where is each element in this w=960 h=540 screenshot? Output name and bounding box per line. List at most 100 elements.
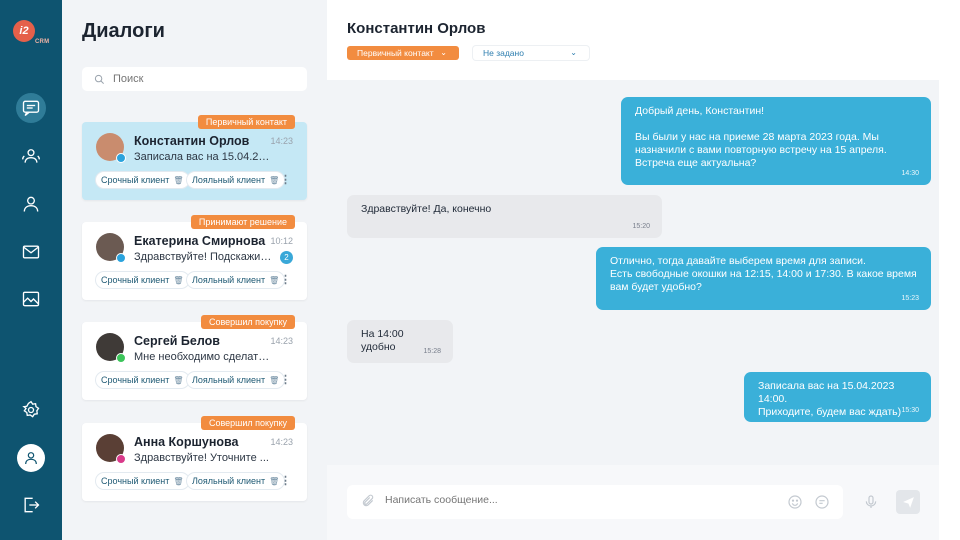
mail-icon[interactable] [17,238,45,266]
chip-label: Лояльный клиент [192,375,266,385]
stage-tag: Совершил покупку [200,315,295,329]
instagram-icon [116,454,126,464]
message-text: Отлично, тогда давайте выберем время для… [610,255,866,267]
search-icon [94,74,104,84]
stage-select[interactable]: Первичный контакт ⌄ [347,46,459,60]
templates-icon[interactable] [814,494,830,510]
contact-name: Константин Орлов [134,134,250,148]
trash-icon[interactable]: 🗑 [173,376,183,385]
chip-label: Срочный клиент [101,476,170,486]
avatar [96,333,126,363]
contact-name: Сергей Белов [134,334,220,348]
dialog-card[interactable]: Принимают решение Екатерина Смирнова 10:… [82,215,307,300]
profile-avatar-icon[interactable] [17,444,45,472]
send-icon [902,496,914,508]
microphone-icon[interactable] [863,494,879,510]
telegram-icon [116,153,126,163]
dialogs-title: Диалоги [82,20,165,42]
message-preview: Записала вас на 15.04.2023... [134,151,274,163]
client-tag-chip[interactable]: Срочный клиент 🗑 [96,172,189,188]
client-tag-chip[interactable]: Лояльный клиент 🗑 [187,372,285,388]
dialog-card[interactable]: Совершил покупку Сергей Белов 14:23 Мне … [82,315,307,400]
message-text: Добрый день, Константин! [635,105,765,117]
message-text: Записала вас на 15.04.2023 14:00. [758,380,895,405]
trash-icon[interactable]: 🗑 [269,477,279,486]
send-button[interactable] [896,490,920,514]
secondary-select-value: Не задано [483,48,524,58]
trash-icon[interactable]: 🗑 [173,276,183,285]
more-icon[interactable]: ⋮ [280,373,291,386]
message-input[interactable] [385,494,745,506]
client-tag-chip[interactable]: Лояльный клиент 🗑 [187,172,285,188]
message-time: 14:23 [270,136,293,146]
more-icon[interactable]: ⋮ [280,173,291,186]
stage-tag: Первичный контакт [197,115,295,129]
message-time: 15:20 [632,223,650,230]
contact-name: Екатерина Смирнова [134,234,266,248]
message-time: 10:12 [270,236,293,246]
chevron-down-icon: ⌄ [440,48,447,57]
chip-label: Лояльный клиент [192,275,266,285]
message-text: Вы были у нас на приеме 28 марта 2023 го… [635,131,887,169]
chip-label: Лояльный клиент [192,476,266,486]
app-logo-sub: CRM [35,39,50,45]
search-input[interactable] [113,73,293,85]
more-icon[interactable]: ⋮ [280,273,291,286]
message-time: 14:23 [270,336,293,346]
right-margin [939,0,960,540]
search-box[interactable] [82,67,307,91]
left-rail: i2 CRM [0,0,62,540]
more-icon[interactable]: ⋮ [280,474,291,487]
logout-icon[interactable] [17,491,45,519]
message-text: Приходите, будем вас ждать) [758,406,902,418]
user-icon[interactable] [17,190,45,218]
message-bubble-in: На 14:00 удобно 15:28 [347,320,453,363]
message-time: 15:30 [901,407,919,414]
message-time: 15:28 [423,348,441,355]
chip-label: Лояльный клиент [192,175,266,185]
stage-tag: Принимают решение [190,215,295,229]
chip-label: Срочный клиент [101,175,170,185]
trash-icon[interactable]: 🗑 [173,176,183,185]
secondary-select[interactable]: Не задано ⌄ [473,46,589,60]
dialog-card[interactable]: Первичный контакт Константин Орлов 14:23… [82,115,307,200]
gallery-icon[interactable] [17,285,45,313]
message-bubble-out: Записала вас на 15.04.2023 14:00. Приход… [744,372,931,422]
message-text: Есть свободные окошки на 12:15, 14:00 и … [610,268,917,293]
client-tag-chip[interactable]: Срочный клиент 🗑 [96,372,189,388]
client-tag-chip[interactable]: Лояльный клиент 🗑 [187,473,285,489]
client-tag-chip[interactable]: Срочный клиент 🗑 [96,272,189,288]
message-preview: Здравствуйте! Уточните ... [134,452,269,464]
stage-tag: Совершил покупку [200,416,295,430]
app-logo[interactable]: i2 [13,20,35,42]
message-composer[interactable] [347,485,843,519]
chat-messages: Добрый день, Константин! Вы были у нас н… [327,80,939,465]
chevron-down-icon: ⌄ [570,48,577,57]
dialogs-panel: Диалоги Первичный контакт Константин Орл… [62,0,327,540]
contacts-icon[interactable] [17,142,45,170]
chat-contact-name: Константин Орлов [347,20,486,37]
trash-icon[interactable]: 🗑 [269,376,279,385]
client-tag-chip[interactable]: Срочный клиент 🗑 [96,473,189,489]
emoji-icon[interactable] [787,494,803,510]
trash-icon[interactable]: 🗑 [269,276,279,285]
message-time: 14:23 [270,437,293,447]
attach-icon[interactable] [361,494,375,508]
trash-icon[interactable]: 🗑 [173,477,183,486]
message-preview: Мне необходимо сделать в ... [134,351,274,363]
telegram-icon [116,253,126,263]
chip-label: Срочный клиент [101,375,170,385]
client-tag-chip[interactable]: Лояльный клиент 🗑 [187,272,285,288]
avatar [96,434,126,464]
message-time: 14:30 [901,170,919,177]
dialog-card[interactable]: Совершил покупку Анна Коршунова 14:23 Зд… [82,416,307,501]
chat-icon[interactable] [16,93,46,123]
message-bubble-out: Добрый день, Константин! Вы были у нас н… [621,97,931,185]
composer-area [327,465,939,540]
stage-select-value: Первичный контакт [357,48,434,58]
settings-icon[interactable] [17,396,45,424]
unread-badge: 2 [280,251,293,264]
whatsapp-icon [116,353,126,363]
trash-icon[interactable]: 🗑 [269,176,279,185]
avatar [96,133,126,163]
